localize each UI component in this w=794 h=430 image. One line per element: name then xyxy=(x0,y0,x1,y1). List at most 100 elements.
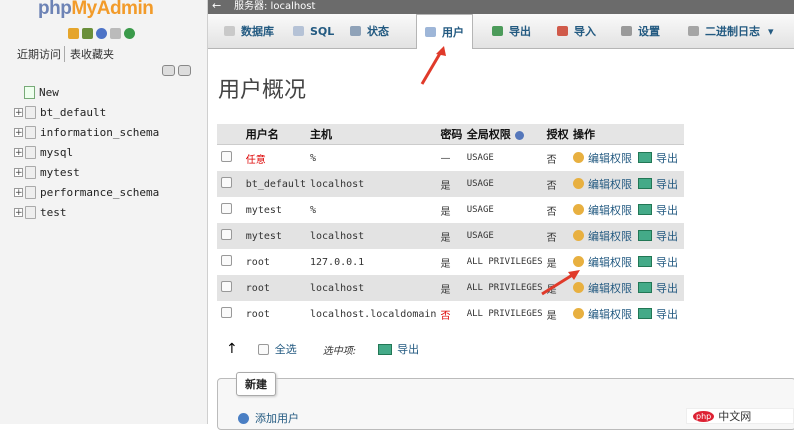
help-icon[interactable] xyxy=(96,28,107,39)
table-row: root localhost 是 ALL PRIVILEGES 是编辑权限 导出 xyxy=(217,275,684,301)
tab-0[interactable]: 数据库 xyxy=(216,14,282,48)
database-icon xyxy=(25,185,36,199)
cell-host: localhost xyxy=(306,223,437,249)
export-user-link[interactable]: 导出 xyxy=(638,228,678,244)
database-icon xyxy=(25,165,36,179)
collapse-all-icon[interactable] xyxy=(162,65,175,76)
edit-privileges-link[interactable]: 编辑权限 xyxy=(573,150,632,166)
edit-privileges-link[interactable]: 编辑权限 xyxy=(573,202,632,218)
add-user-icon xyxy=(238,412,249,424)
tree-item-database[interactable]: + bt_default xyxy=(14,104,106,120)
reload-icon[interactable] xyxy=(124,28,135,39)
table-header-row: 用户名 主机 密码 全局权限 授权 操作 xyxy=(217,124,684,145)
users-icon xyxy=(425,27,436,37)
edit-privileges-link[interactable]: 编辑权限 xyxy=(573,176,632,192)
row-checkbox[interactable] xyxy=(221,281,232,292)
expand-icon[interactable]: + xyxy=(14,187,23,197)
user-accounts-table: 用户名 主机 密码 全局权限 授权 操作 任意% — USAGE 否编辑权限 导出 bt_… xyxy=(217,124,684,327)
phpmyadmin-logo[interactable]: phpMyAdmin xyxy=(38,0,154,20)
edit-user-icon xyxy=(573,152,584,164)
edit-user-icon xyxy=(573,204,584,216)
annotation-arrow-tab xyxy=(420,46,446,85)
cell-grant: 是 xyxy=(542,275,569,301)
with-selected-label: 选中项: xyxy=(322,345,357,357)
home-icon[interactable] xyxy=(68,28,79,39)
edit-privileges-link[interactable]: 编辑权限 xyxy=(573,280,632,296)
expand-icon[interactable]: + xyxy=(14,127,23,137)
table-row: root localhost.localdomain 否 ALL PRIVILEGES… xyxy=(217,301,684,327)
recent-tab[interactable]: 近期访问 xyxy=(14,46,65,62)
tab-6[interactable]: 设置 xyxy=(613,14,668,48)
server-label[interactable]: 服务器: localhost xyxy=(234,1,315,13)
docs-icon[interactable] xyxy=(110,28,121,39)
export-user-link[interactable]: 导出 xyxy=(638,280,678,296)
cell-actions: 编辑权限 导出 xyxy=(569,171,684,197)
expand-icon[interactable]: + xyxy=(14,207,23,217)
tab-label: 用户 xyxy=(442,26,464,39)
tree-item-database[interactable]: + information_schema xyxy=(14,124,159,140)
cell-password: 是 xyxy=(436,275,463,301)
export-user-link[interactable]: 导出 xyxy=(638,176,678,192)
more-tabs-chevron-icon[interactable]: ▾ xyxy=(760,14,782,48)
bulk-export-link[interactable]: 导出 xyxy=(397,341,419,357)
tab-2[interactable]: 状态 xyxy=(342,14,397,48)
tab-1[interactable]: SQL xyxy=(285,14,342,48)
row-checkbox[interactable] xyxy=(221,151,232,162)
nav-toggle xyxy=(162,65,191,76)
check-all-label[interactable]: 全选 xyxy=(275,341,297,357)
row-checkbox[interactable] xyxy=(221,203,232,214)
bulk-actions: ↑ 全选 选中项: 导出 xyxy=(226,341,419,357)
tab-3[interactable]: 用户 xyxy=(416,14,473,49)
export-icon[interactable] xyxy=(378,343,393,355)
cell-actions: 编辑权限 导出 xyxy=(569,275,684,301)
tab-5[interactable]: 导入 xyxy=(549,14,604,48)
edit-privileges-link[interactable]: 编辑权限 xyxy=(573,306,632,322)
link-icon[interactable] xyxy=(178,65,191,76)
cell-user: root xyxy=(241,275,306,301)
row-checkbox[interactable] xyxy=(221,177,232,188)
edit-privileges-link[interactable]: 编辑权限 xyxy=(573,254,632,270)
table-row: mytest% 是 USAGE 否 编辑权限 导出 xyxy=(217,197,684,223)
tree-item-new[interactable]: New xyxy=(14,84,59,100)
cell-host: 127.0.0.1 xyxy=(306,249,437,275)
edit-privileges-label: 编辑权限 xyxy=(588,281,632,295)
tree-item-label: information_schema xyxy=(40,125,160,139)
tree-item-database[interactable]: + mysql xyxy=(14,144,73,160)
cell-host: localhost.localdomain xyxy=(306,301,437,327)
cell-user: mytest xyxy=(241,223,306,249)
tree-item-database[interactable]: + performance_schema xyxy=(14,184,159,200)
expand-icon[interactable]: + xyxy=(14,107,23,117)
row-checkbox[interactable] xyxy=(221,307,232,318)
edit-privileges-link[interactable]: 编辑权限 xyxy=(573,228,632,244)
logout-icon[interactable] xyxy=(82,28,93,39)
row-select-cell xyxy=(217,144,242,171)
database-icon xyxy=(25,145,36,159)
tree-item-database[interactable]: + mytest xyxy=(14,164,80,180)
edit-user-icon xyxy=(573,178,584,190)
row-select-cell xyxy=(217,171,242,197)
edit-privileges-label: 编辑权限 xyxy=(588,255,632,269)
sql-icon xyxy=(293,26,304,36)
favorites-tab[interactable]: 表收藏夹 xyxy=(67,46,117,62)
export-user-link[interactable]: 导出 xyxy=(638,254,678,270)
export-user-link[interactable]: 导出 xyxy=(638,150,678,166)
header-actions: 操作 xyxy=(569,124,684,145)
export-icon xyxy=(492,26,503,36)
export-user-link[interactable]: 导出 xyxy=(638,202,678,218)
edit-user-icon xyxy=(573,256,584,268)
tree-item-database[interactable]: + test xyxy=(14,204,67,220)
export-user-link[interactable]: 导出 xyxy=(638,306,678,322)
cell-host: % xyxy=(306,197,437,223)
help-icon[interactable] xyxy=(514,130,524,140)
row-checkbox[interactable] xyxy=(221,229,232,240)
expand-icon[interactable]: + xyxy=(14,167,23,177)
check-all-checkbox[interactable] xyxy=(257,343,269,355)
expand-icon[interactable]: + xyxy=(14,147,23,157)
tab-4[interactable]: 导出 xyxy=(484,14,539,48)
tab-7[interactable]: 二进制日志 xyxy=(680,14,768,48)
export-icon xyxy=(638,204,652,216)
edit-privileges-label: 编辑权限 xyxy=(588,177,632,191)
back-arrow-icon[interactable]: ← xyxy=(212,0,221,12)
row-checkbox[interactable] xyxy=(221,255,232,266)
tree-item-label: bt_default xyxy=(40,105,107,119)
